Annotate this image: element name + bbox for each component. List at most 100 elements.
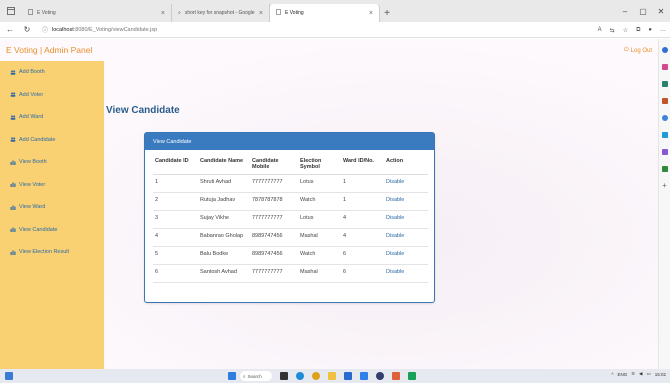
lang-indicator[interactable]: ENG bbox=[617, 372, 627, 377]
disable-link[interactable]: Disable bbox=[384, 210, 428, 229]
battery-icon[interactable]: ▭ bbox=[646, 371, 650, 377]
disable-link[interactable]: Disable bbox=[384, 264, 428, 283]
shopping-icon[interactable] bbox=[661, 64, 668, 70]
disable-link[interactable]: Disable bbox=[384, 246, 428, 265]
new-tab-button[interactable]: + bbox=[380, 4, 394, 22]
app-icon[interactable] bbox=[408, 372, 416, 380]
cell-id: 3 bbox=[153, 210, 198, 229]
taskbar: ⌕ Search ^ ENG ≋ ◀ ▭ 15:02 bbox=[0, 369, 670, 383]
tab-1[interactable]: E Voting × bbox=[22, 4, 172, 22]
eclipse-icon[interactable] bbox=[376, 372, 384, 380]
designer-icon[interactable] bbox=[661, 149, 668, 155]
browser-sidebar: + bbox=[658, 39, 670, 369]
sidebar-item-label: Add Candidate bbox=[19, 136, 56, 143]
cell-id: 5 bbox=[153, 246, 198, 265]
cell-mobile: 7777777777 bbox=[250, 264, 298, 283]
wifi-icon[interactable]: ≋ bbox=[631, 371, 635, 377]
cell-ward: 1 bbox=[341, 192, 384, 211]
table-row: 3 Sujay Vikhe 7777777777 Lotus 4 Disable bbox=[153, 210, 428, 229]
translate-icon[interactable]: ⇆ bbox=[610, 27, 615, 34]
close-icon[interactable]: × bbox=[161, 10, 165, 17]
edge-icon[interactable] bbox=[296, 372, 304, 380]
clock[interactable]: 15:02 bbox=[655, 372, 666, 377]
cell-name: Rutuja Jadhav bbox=[198, 192, 250, 211]
back-icon[interactable]: ← bbox=[3, 23, 17, 37]
cell-ward: 1 bbox=[341, 174, 384, 193]
more-icon[interactable]: … bbox=[660, 27, 666, 33]
cell-ward: 4 bbox=[341, 228, 384, 247]
outlook-icon[interactable] bbox=[661, 132, 668, 138]
cell-id: 1 bbox=[153, 174, 198, 193]
cell-symbol: Mashal bbox=[298, 228, 341, 247]
column-header: Election Symbol bbox=[298, 154, 341, 175]
favorite-icon[interactable]: ☆ bbox=[623, 27, 628, 34]
page-icon bbox=[28, 9, 33, 17]
store-icon[interactable] bbox=[344, 372, 352, 380]
volume-icon[interactable]: ◀ bbox=[639, 371, 642, 377]
window-controls: – ▢ ✕ bbox=[616, 0, 670, 22]
app-icon[interactable] bbox=[360, 372, 368, 380]
tree-icon[interactable] bbox=[661, 166, 668, 172]
search-icon[interactable] bbox=[661, 47, 668, 53]
sidebar-item-label: View Election Result bbox=[19, 249, 70, 256]
logout-label: Log Out bbox=[630, 47, 652, 54]
widgets-icon[interactable] bbox=[5, 372, 13, 380]
page-title: View Candidate bbox=[106, 105, 180, 116]
sidebar-item-view-candidate[interactable]: View Candidate bbox=[0, 219, 104, 242]
taskbar-search[interactable]: ⌕ Search bbox=[240, 371, 272, 381]
chevron-up-icon[interactable]: ^ bbox=[611, 372, 613, 377]
restore-icon[interactable]: ▢ bbox=[634, 0, 652, 22]
disable-link[interactable]: Disable bbox=[384, 174, 428, 193]
chrome-icon[interactable] bbox=[312, 372, 320, 380]
windows-start-icon[interactable] bbox=[228, 372, 236, 380]
sidebar-item-add-booth[interactable]: Add Booth bbox=[0, 61, 104, 84]
minimize-icon[interactable]: – bbox=[616, 0, 634, 22]
toolbar-actions: A ⇆ ☆ ⧉ ● … bbox=[598, 22, 666, 38]
main-content: View Candidate View Candidate Candidate … bbox=[104, 61, 658, 369]
reload-icon[interactable]: ↻ bbox=[20, 23, 34, 37]
file-explorer-icon[interactable] bbox=[328, 372, 336, 380]
close-window-icon[interactable]: ✕ bbox=[652, 0, 670, 22]
taskbar-pinned bbox=[280, 372, 416, 380]
cell-name: Santosh Avhad bbox=[198, 264, 250, 283]
table-row: 2 Rutuja Jadhav 7878787878 Watch 1 Disab… bbox=[153, 192, 428, 211]
web-page: E Voting | Admin Panel ⏻ Log Out Add Boo… bbox=[0, 39, 658, 369]
tools-icon[interactable] bbox=[661, 81, 668, 87]
games-icon[interactable] bbox=[661, 98, 668, 104]
sidebar-item-label: Add Ward bbox=[19, 114, 44, 121]
search-icon: ⌕ bbox=[243, 373, 246, 379]
task-view-icon[interactable] bbox=[280, 372, 288, 380]
sidebar-item-view-ward[interactable]: View Ward bbox=[0, 196, 104, 219]
sidebar-item-add-ward[interactable]: Add Ward bbox=[0, 106, 104, 129]
app-icon[interactable] bbox=[392, 372, 400, 380]
logout-link[interactable]: ⏻ Log Out bbox=[624, 47, 652, 54]
cell-symbol: Watch bbox=[298, 246, 341, 265]
window-menu-icon[interactable] bbox=[0, 0, 22, 22]
tab-2[interactable]: ⌕ short key for snapshot - Google × bbox=[172, 4, 270, 22]
office-icon[interactable] bbox=[661, 115, 668, 121]
sidebar-item-view-voter[interactable]: View Voter bbox=[0, 174, 104, 197]
add-icon[interactable]: + bbox=[662, 182, 668, 190]
browser-tab-strip: E Voting × ⌕ short key for snapshot - Go… bbox=[0, 0, 670, 22]
cell-name: Babanrao Gholap bbox=[198, 228, 250, 247]
collections-icon[interactable]: ⧉ bbox=[636, 27, 640, 34]
sidebar-item-add-candidate[interactable]: Add Candidate bbox=[0, 129, 104, 152]
cell-name: Balu Bodke bbox=[198, 246, 250, 265]
read-aloud-icon[interactable]: A bbox=[598, 27, 602, 33]
brand-title[interactable]: E Voting | Admin Panel bbox=[6, 45, 92, 55]
disable-link[interactable]: Disable bbox=[384, 192, 428, 211]
column-header: Ward ID/No. bbox=[341, 154, 384, 175]
close-icon[interactable]: × bbox=[369, 10, 373, 17]
sidebar-item-view-booth[interactable]: View Booth bbox=[0, 151, 104, 174]
profile-icon[interactable]: ● bbox=[648, 27, 652, 33]
info-icon: ⓘ bbox=[42, 28, 49, 34]
tab-3[interactable]: E Voting × bbox=[270, 4, 380, 22]
table-row: 1 Shruti Avhad 7777777777 Lotus 1 Disabl… bbox=[153, 174, 428, 193]
sidebar-item-add-voter[interactable]: Add Voter bbox=[0, 84, 104, 107]
sidebar-item-label: View Ward bbox=[19, 204, 46, 211]
navbar: E Voting | Admin Panel ⏻ Log Out bbox=[0, 39, 658, 61]
address-bar[interactable]: ⓘ localhost:8080/E_Voting/viewCandidate.… bbox=[42, 25, 157, 35]
close-icon[interactable]: × bbox=[259, 10, 263, 17]
sidebar-item-view-election-result[interactable]: View Election Result bbox=[0, 241, 104, 264]
disable-link[interactable]: Disable bbox=[384, 228, 428, 247]
